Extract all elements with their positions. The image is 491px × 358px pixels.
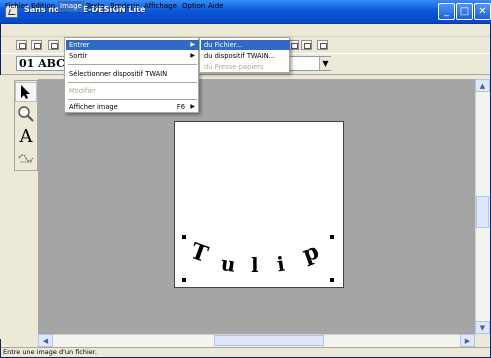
tulip-letter-l[interactable]: l bbox=[251, 253, 259, 277]
menu-separator bbox=[68, 82, 197, 83]
design-page[interactable]: T u l i p bbox=[174, 121, 344, 288]
status-text: Entre une image d'un fichier. bbox=[3, 348, 97, 356]
tulip-letter-t[interactable]: T bbox=[187, 238, 211, 268]
menu-texte[interactable]: Texte bbox=[84, 1, 106, 12]
menu-item-modifier: Modifier bbox=[66, 86, 199, 96]
menu-aide[interactable]: Aide bbox=[206, 1, 225, 12]
tulip-letter-i[interactable]: i bbox=[275, 252, 286, 277]
tulip-letter-u[interactable]: u bbox=[219, 251, 237, 277]
horizontal-scroll-thumb[interactable] bbox=[214, 335, 324, 346]
submenu-item-du-fichier[interactable]: du Fichier... bbox=[201, 40, 290, 50]
submenu-item-du-dispositif-twain[interactable]: du dispositif TWAIN... bbox=[201, 51, 290, 61]
entrer-submenu: du Fichier... du dispositif TWAIN... du … bbox=[199, 37, 290, 73]
maximize-button[interactable]: □ bbox=[456, 3, 473, 20]
menu-shortcut: F6 bbox=[176, 103, 185, 111]
toolbar-view-icon[interactable] bbox=[301, 40, 312, 50]
menu-item-select-twain[interactable]: Sélectionner dispositif TWAIN bbox=[66, 69, 199, 79]
new-file-icon[interactable] bbox=[16, 40, 27, 50]
close-button[interactable]: ✕ bbox=[474, 3, 491, 20]
scroll-up-icon[interactable]: ▲ bbox=[475, 79, 490, 92]
toolbar-display-icon[interactable] bbox=[317, 40, 328, 50]
submenu-arrow-icon: ▶ bbox=[190, 103, 195, 110]
menu-fichier[interactable]: Fichier bbox=[3, 1, 30, 12]
close-icon: ✕ bbox=[478, 5, 487, 17]
image-menu: Entrer ▶ Sortir ▶ Sélectionner dispositi… bbox=[64, 37, 199, 113]
menu-item-label: du dispositif TWAIN... bbox=[204, 52, 276, 60]
open-file-icon[interactable] bbox=[31, 40, 42, 50]
menu-separator bbox=[68, 99, 197, 100]
menu-item-label: Entrer bbox=[69, 41, 90, 49]
select-arrow-icon[interactable] bbox=[15, 82, 37, 102]
selection-handle[interactable] bbox=[182, 235, 186, 239]
vertical-scroll-thumb[interactable] bbox=[476, 196, 489, 228]
stitch-icon[interactable] bbox=[15, 148, 37, 168]
tulip-letter-p[interactable]: p bbox=[299, 238, 322, 268]
left-panel bbox=[0, 75, 14, 339]
submenu-item-du-presse-papiers: du Presse-papiers bbox=[201, 62, 290, 72]
menu-edition[interactable]: Edition bbox=[29, 1, 57, 12]
menu-broderie[interactable]: Broderie bbox=[108, 1, 142, 12]
menu-item-sortir[interactable]: Sortir ▶ bbox=[66, 51, 199, 61]
menu-image[interactable]: Image bbox=[58, 1, 84, 12]
submenu-arrow-icon: ▶ bbox=[190, 41, 195, 48]
scroll-right-icon[interactable]: ▶ bbox=[460, 334, 475, 347]
maximize-icon: □ bbox=[459, 5, 470, 17]
chevron-down-icon[interactable]: ▼ bbox=[319, 57, 331, 70]
menu-separator bbox=[68, 64, 197, 65]
menu-item-label: Sortir bbox=[69, 52, 88, 60]
menu-bar bbox=[1, 24, 490, 37]
menu-item-label: Sélectionner dispositif TWAIN bbox=[69, 70, 168, 78]
menu-item-label: Modifier bbox=[69, 87, 97, 95]
menu-item-label: Afficher image bbox=[69, 103, 118, 111]
scroll-left-icon[interactable]: ◀ bbox=[38, 334, 53, 347]
scroll-down-icon[interactable]: ▼ bbox=[475, 321, 490, 334]
zoom-icon[interactable] bbox=[15, 104, 37, 124]
selection-handle[interactable] bbox=[182, 278, 186, 282]
submenu-arrow-icon: ▶ bbox=[190, 52, 195, 59]
menu-option[interactable]: Option bbox=[180, 1, 207, 12]
menu-item-label: du Presse-papiers bbox=[204, 63, 264, 71]
selection-handle[interactable] bbox=[330, 235, 334, 239]
minimize-button[interactable]: _ bbox=[438, 3, 455, 20]
text-tool[interactable]: A bbox=[15, 126, 37, 147]
menu-item-label: du Fichier... bbox=[204, 41, 243, 49]
selection-handle[interactable] bbox=[330, 278, 334, 282]
menu-affichage[interactable]: Affichage bbox=[142, 1, 179, 12]
minimize-icon: _ bbox=[444, 6, 449, 17]
save-icon[interactable] bbox=[48, 40, 59, 50]
menu-item-afficher-image[interactable]: Afficher image F6 ▶ bbox=[66, 102, 199, 112]
menu-item-entrer[interactable]: Entrer ▶ bbox=[66, 40, 199, 50]
